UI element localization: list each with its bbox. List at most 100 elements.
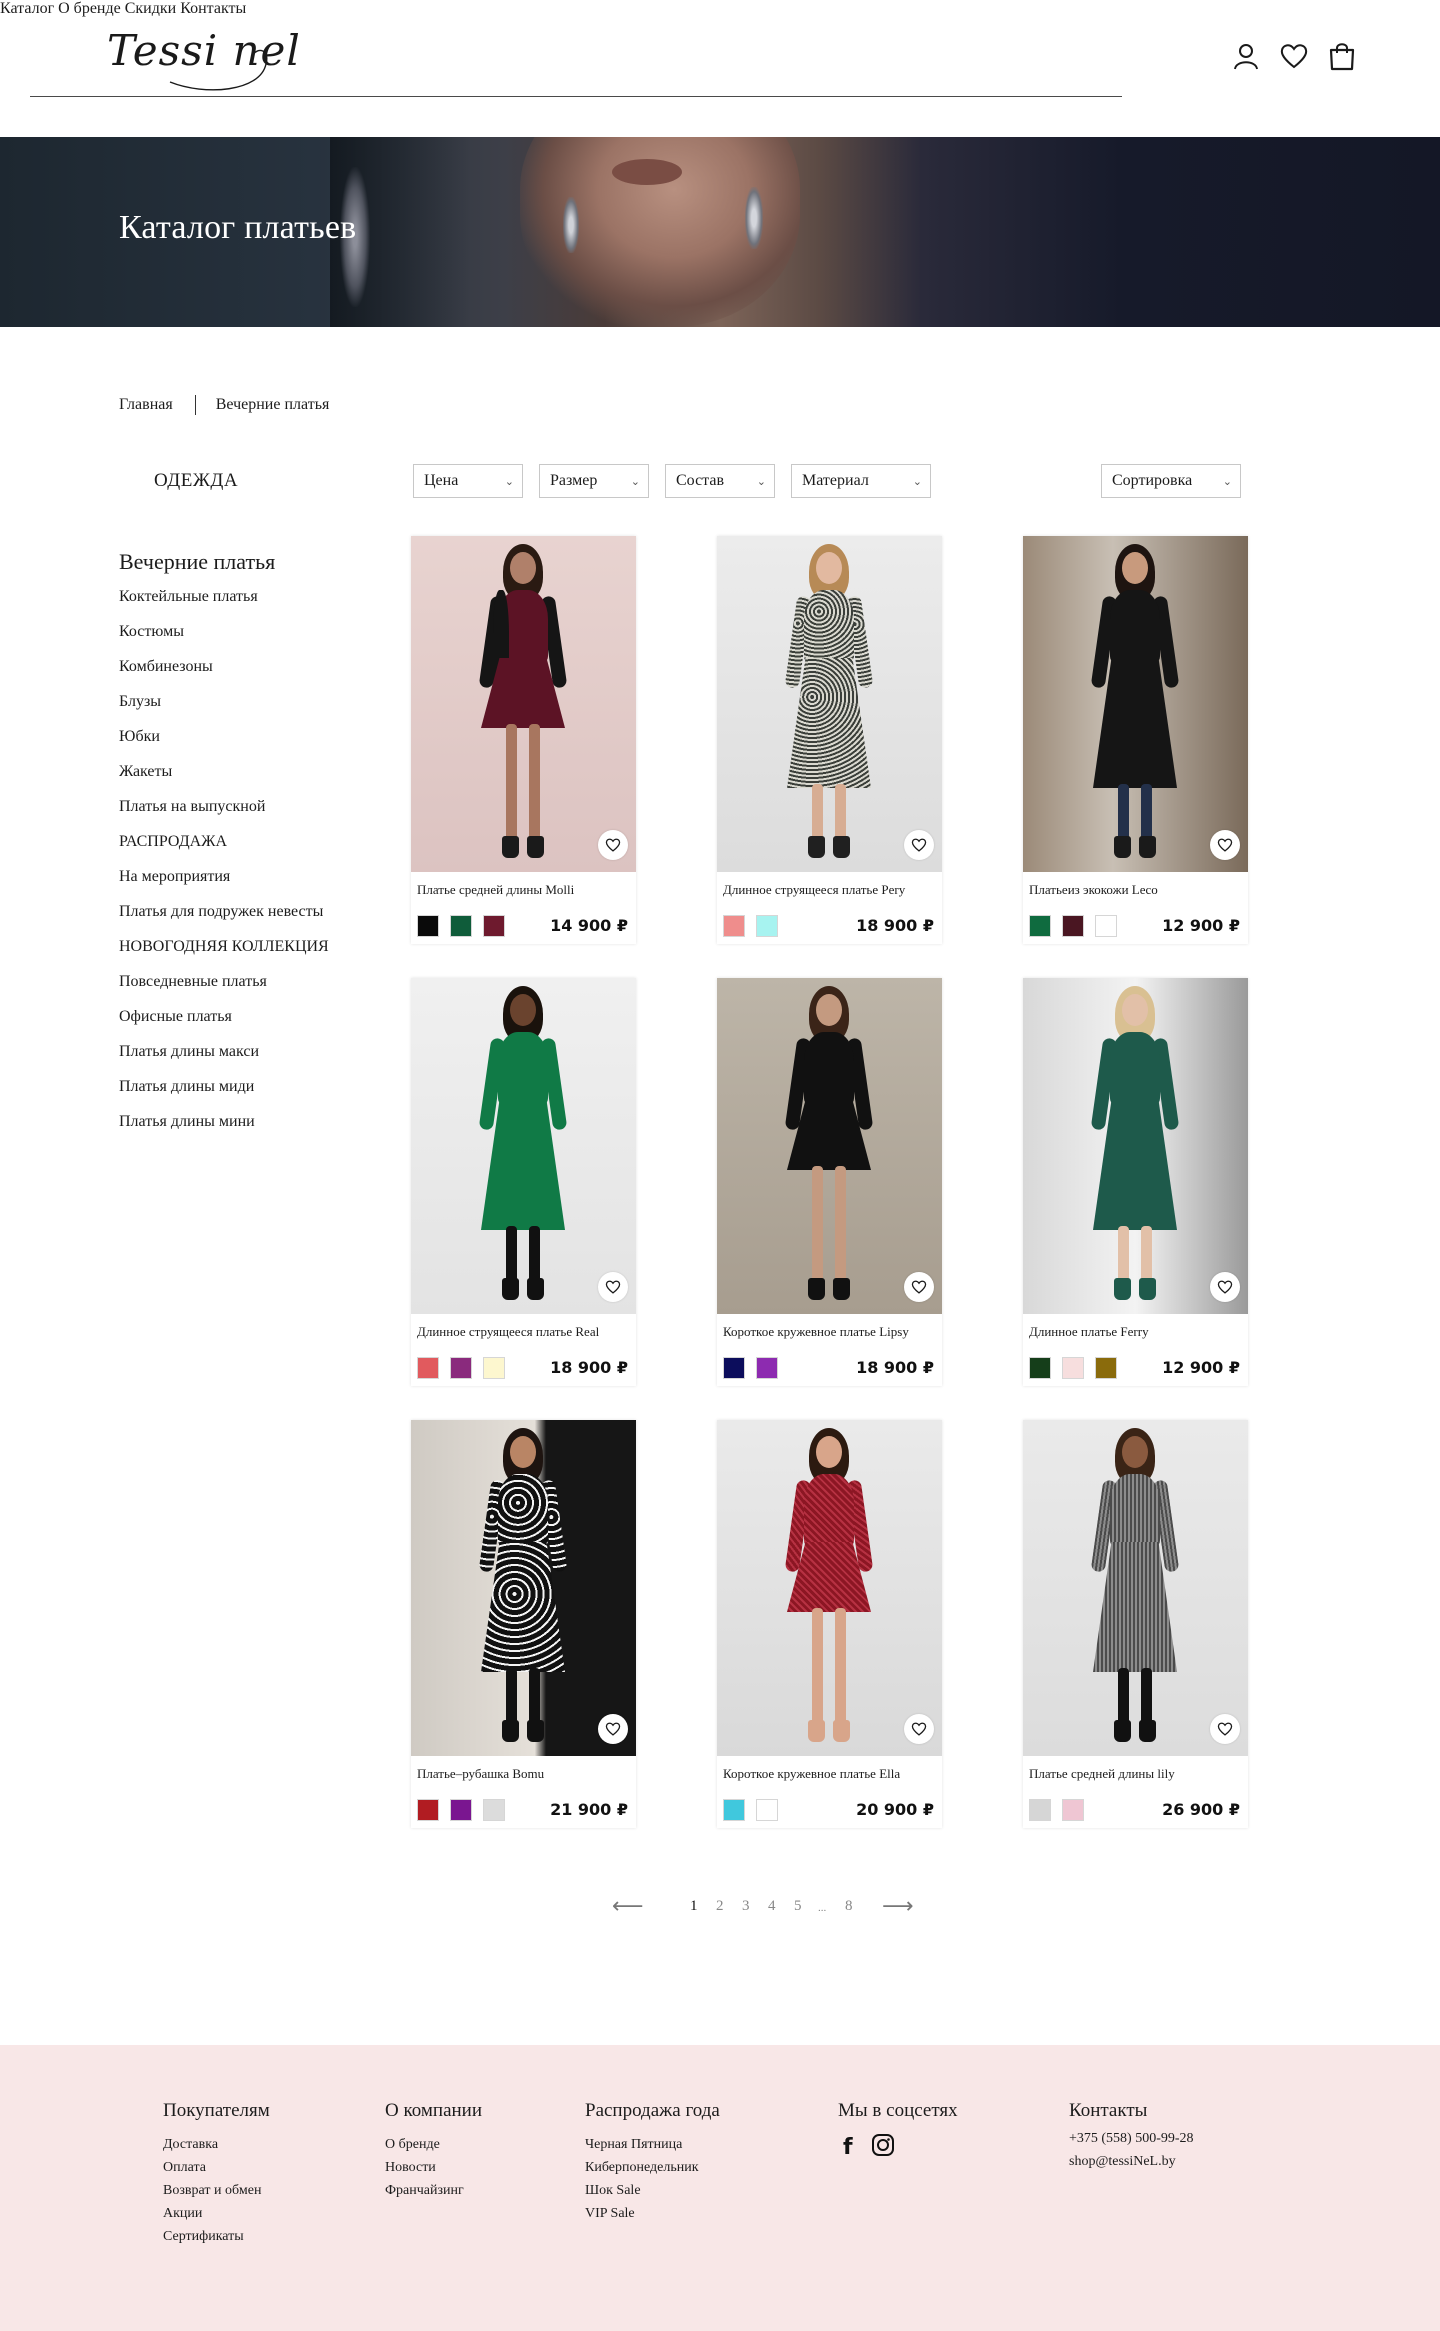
favorite-heart-icon[interactable] (598, 830, 628, 860)
color-swatch[interactable] (483, 1799, 505, 1821)
footer-link[interactable]: VIP Sale (585, 2202, 720, 2225)
next-page-arrow-icon[interactable]: ⟶ (882, 1894, 914, 1919)
category-item[interactable]: Платья для подружек невесты (119, 894, 329, 929)
page-4[interactable]: 4 (768, 1898, 776, 1915)
product-image[interactable] (1023, 536, 1248, 872)
category-item[interactable]: Юбки (119, 719, 329, 754)
color-swatch[interactable] (1029, 1799, 1051, 1821)
color-swatch[interactable] (756, 915, 778, 937)
product-image[interactable] (411, 978, 636, 1314)
breadcrumb-current[interactable]: Вечерние платья (216, 396, 330, 414)
color-swatch[interactable] (1095, 1357, 1117, 1379)
favorite-heart-icon[interactable] (904, 1272, 934, 1302)
color-swatch[interactable] (1095, 915, 1117, 937)
product-name[interactable]: Платье средней длины lily (1029, 1766, 1175, 1782)
favorite-heart-icon[interactable] (1210, 830, 1240, 860)
nav-about[interactable]: О бренде (58, 0, 121, 17)
category-item[interactable]: НОВОГОДНЯЯ КОЛЛЕКЦИЯ (119, 929, 329, 964)
color-swatch[interactable] (1029, 915, 1051, 937)
favorite-heart-icon[interactable] (904, 1714, 934, 1744)
footer-link[interactable]: Шок Sale (585, 2179, 720, 2202)
category-item[interactable]: Жакеты (119, 754, 329, 789)
product-name[interactable]: Платье средней длины Molli (417, 882, 574, 898)
footer-link[interactable]: Сертификаты (163, 2225, 270, 2248)
color-swatch[interactable] (450, 915, 472, 937)
footer-link[interactable]: Киберпонедельник (585, 2156, 720, 2179)
category-item[interactable]: РАСПРОДАЖА (119, 824, 329, 859)
filter-price[interactable]: Цена ⌄ (413, 464, 523, 498)
category-item[interactable]: Комбинезоны (119, 649, 329, 684)
product-name[interactable]: Платье–рубашка Bomu (417, 1766, 544, 1782)
filter-size[interactable]: Размер ⌄ (539, 464, 649, 498)
footer-link[interactable]: Черная Пятница (585, 2133, 720, 2156)
product-name[interactable]: Платьеиз экокожи Leco (1029, 882, 1158, 898)
page-5[interactable]: 5 (794, 1898, 802, 1915)
footer-link[interactable]: О бренде (385, 2133, 482, 2156)
nav-catalog[interactable]: Каталог (0, 0, 54, 17)
product-card[interactable]: Короткое кружевное платье Ella 20 900 ₽ (717, 1420, 942, 1828)
category-item[interactable]: Повседневные платья (119, 964, 329, 999)
color-swatch[interactable] (1029, 1357, 1051, 1379)
contact-email[interactable]: shop@tessiNeL.by (1069, 2150, 1194, 2173)
product-name[interactable]: Длинное струящееся платье Pery (723, 882, 905, 898)
filter-material[interactable]: Материал ⌄ (791, 464, 931, 498)
footer-link[interactable]: Возврат и обмен (163, 2179, 270, 2202)
product-image[interactable] (717, 978, 942, 1314)
page-1[interactable]: 1 (690, 1898, 698, 1915)
heart-icon[interactable] (1278, 40, 1310, 72)
product-image[interactable] (1023, 1420, 1248, 1756)
color-swatch[interactable] (1062, 915, 1084, 937)
product-name[interactable]: Длинное струящееся платье Real (417, 1324, 599, 1340)
color-swatch[interactable] (1062, 1799, 1084, 1821)
breadcrumb-home[interactable]: Главная (119, 396, 173, 414)
favorite-heart-icon[interactable] (598, 1272, 628, 1302)
contact-phone[interactable]: +375 (558) 500-99-28 (1069, 2127, 1194, 2150)
filter-composition[interactable]: Состав ⌄ (665, 464, 775, 498)
product-image[interactable] (717, 1420, 942, 1756)
product-card[interactable]: Платье средней длины lily 26 900 ₽ (1023, 1420, 1248, 1828)
product-card[interactable]: Платье–рубашка Bomu 21 900 ₽ (411, 1420, 636, 1828)
nav-discounts[interactable]: Скидки (125, 0, 176, 17)
instagram-icon[interactable] (871, 2133, 895, 2162)
nav-contacts[interactable]: Контакты (180, 0, 246, 17)
color-swatch[interactable] (756, 1799, 778, 1821)
bag-icon[interactable] (1326, 40, 1358, 72)
favorite-heart-icon[interactable] (1210, 1272, 1240, 1302)
category-item[interactable]: Костюмы (119, 614, 329, 649)
page-8[interactable]: 8 (845, 1898, 853, 1915)
color-swatch[interactable] (483, 1357, 505, 1379)
product-card[interactable]: Короткое кружевное платье Lipsy 18 900 ₽ (717, 978, 942, 1386)
product-card[interactable]: Платье средней длины Molli 14 900 ₽ (411, 536, 636, 944)
category-item-evening[interactable]: Вечерние платья (119, 544, 329, 579)
facebook-icon[interactable]: f (843, 2135, 853, 2160)
color-swatch[interactable] (723, 1799, 745, 1821)
color-swatch[interactable] (450, 1357, 472, 1379)
product-name[interactable]: Короткое кружевное платье Lipsy (723, 1324, 909, 1340)
user-icon[interactable] (1230, 40, 1262, 72)
category-item[interactable]: Платья длины макси (119, 1034, 329, 1069)
color-swatch[interactable] (483, 915, 505, 937)
color-swatch[interactable] (417, 1357, 439, 1379)
favorite-heart-icon[interactable] (598, 1714, 628, 1744)
category-item[interactable]: Платья длины миди (119, 1069, 329, 1104)
color-swatch[interactable] (417, 915, 439, 937)
category-item[interactable]: Офисные платья (119, 999, 329, 1034)
color-swatch[interactable] (723, 915, 745, 937)
color-swatch[interactable] (1062, 1357, 1084, 1379)
footer-link[interactable]: Доставка (163, 2133, 270, 2156)
footer-link[interactable]: Франчайзинг (385, 2179, 482, 2202)
product-card[interactable]: Длинное струящееся платье Real 18 900 ₽ (411, 978, 636, 1386)
product-name[interactable]: Короткое кружевное платье Ella (723, 1766, 900, 1782)
page-2[interactable]: 2 (716, 1898, 724, 1915)
product-image[interactable] (717, 536, 942, 872)
product-image[interactable] (1023, 978, 1248, 1314)
category-item[interactable]: На мероприятия (119, 859, 329, 894)
color-swatch[interactable] (417, 1799, 439, 1821)
product-image[interactable] (411, 536, 636, 872)
prev-page-arrow-icon[interactable]: ⟵ (612, 1894, 644, 1919)
product-name[interactable]: Длинное платье Ferry (1029, 1324, 1149, 1340)
product-image[interactable] (411, 1420, 636, 1756)
sort-dropdown[interactable]: Сортировка ⌄ (1101, 464, 1241, 498)
footer-link[interactable]: Акции (163, 2202, 270, 2225)
category-item[interactable]: Платья длины мини (119, 1104, 329, 1139)
